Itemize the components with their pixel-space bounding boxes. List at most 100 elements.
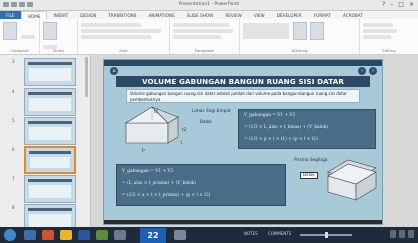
slide-footer-band xyxy=(104,220,382,224)
group-label: Clipboard xyxy=(10,48,29,53)
group-label: Slides xyxy=(52,48,65,53)
formula-box-2[interactable]: V_gabungan = V1 + V2 = (L_alas × t_prism… xyxy=(116,164,286,206)
replace-button[interactable] xyxy=(363,29,397,33)
tab-animations[interactable]: ANIMATIONS xyxy=(142,11,180,19)
ribbon: Clipboard Slides Font Paragraph Drawing … xyxy=(0,19,418,55)
group-slides: Slides xyxy=(40,19,78,54)
volume-icon[interactable] xyxy=(399,230,405,238)
formula-line: V_gabungan = V1 + V2 xyxy=(244,113,296,118)
group-font: Font xyxy=(78,19,170,54)
app-icon[interactable] xyxy=(174,230,186,240)
formula-line: = (1/3 × L_alas × t_limas) + (V_balok) xyxy=(244,125,328,130)
tab-acrobat[interactable]: ACROBAT xyxy=(337,11,369,19)
select-button[interactable] xyxy=(363,35,391,39)
tab-insert[interactable]: INSERT xyxy=(47,11,74,19)
zoom-slider-knob[interactable] xyxy=(325,232,328,238)
ribbon-tabs: FILE HOME INSERT DESIGN TRANSITIONS ANIM… xyxy=(0,11,418,19)
slide-canvas[interactable]: ⌂ ‹ › VOLUME GABUNGAN BANGUN RUANG SISI … xyxy=(103,59,383,225)
shape2-sub: Balok xyxy=(300,172,318,179)
group-label: Editing xyxy=(382,48,396,53)
t2-label: t2 xyxy=(182,128,187,133)
group-drawing: Drawing xyxy=(240,19,360,54)
tab-slide-show[interactable]: SLIDE SHOW xyxy=(181,11,220,19)
slide-thumbnail[interactable] xyxy=(24,175,76,203)
tab-file[interactable]: FILE xyxy=(0,11,21,19)
prism-cuboid-figure xyxy=(327,159,377,201)
quick-styles-button[interactable] xyxy=(310,22,325,40)
p-label: p xyxy=(142,148,145,153)
network-icon[interactable] xyxy=(390,230,396,238)
maximize-icon[interactable]: □ xyxy=(398,1,404,8)
taskbar: 22 NOTES COMMENTS xyxy=(0,227,418,243)
group-label: Paragraph xyxy=(194,48,215,53)
comments-button[interactable]: COMMENTS xyxy=(268,231,291,236)
shapes-gallery[interactable] xyxy=(243,23,289,39)
slide-thumbnail[interactable] xyxy=(24,88,76,116)
l-label: l xyxy=(181,141,183,146)
system-tray xyxy=(390,230,414,238)
slides-scrollbar[interactable] xyxy=(85,57,88,97)
taskbar-app-icon[interactable] xyxy=(24,230,36,240)
slide-header-band xyxy=(104,60,382,66)
align-buttons[interactable] xyxy=(173,29,233,33)
intro-text[interactable]: Volume gabungan bangun ruang sisi datar … xyxy=(126,89,360,103)
tab-home[interactable]: HOME xyxy=(20,11,48,19)
title-bar: Presentation1 - PowerPoint ? – □ × xyxy=(0,0,418,11)
formula-line: V_gabungan = V1 + V2 xyxy=(122,169,174,174)
tab-transitions[interactable]: TRANSITIONS xyxy=(102,11,142,19)
new-slide-button[interactable] xyxy=(43,22,57,40)
next-nav-icon[interactable]: › xyxy=(369,67,377,75)
group-editing: Editing xyxy=(360,19,418,54)
slide-number: 6 xyxy=(12,147,15,152)
window-controls: ? – □ × xyxy=(382,1,414,8)
group-label: Font xyxy=(119,48,128,53)
shape1-name: Limas Segi Empat xyxy=(192,109,231,114)
tab-design[interactable]: DESIGN xyxy=(74,11,102,19)
app-icon[interactable] xyxy=(114,230,126,240)
minimize-icon[interactable]: – xyxy=(390,1,393,8)
formula-line: = (1/2 × a × t × t_prisma) + (p × l × t2… xyxy=(122,193,211,198)
find-button[interactable] xyxy=(363,23,393,27)
slide-number: 7 xyxy=(12,176,15,181)
close-icon[interactable]: × xyxy=(409,1,414,8)
help-icon[interactable]: ? xyxy=(382,1,385,8)
cut-button[interactable] xyxy=(20,35,35,39)
shape2-name: Prisma Segitiga xyxy=(294,158,328,163)
slide-thumbnail[interactable] xyxy=(24,117,76,145)
tab-review[interactable]: REVIEW xyxy=(219,11,247,19)
slide-edit-area: ⌂ ‹ › VOLUME GABUNGAN BANGUN RUANG SISI … xyxy=(91,55,418,227)
tab-format[interactable]: FORMAT xyxy=(308,11,337,19)
powerpoint-icon[interactable] xyxy=(42,230,54,240)
list-buttons[interactable] xyxy=(173,23,229,27)
t1-label: t1 xyxy=(154,110,159,115)
shape1-sub: Balok xyxy=(200,120,212,125)
home-nav-icon[interactable]: ⌂ xyxy=(110,67,118,75)
group-clipboard: Clipboard xyxy=(0,19,40,54)
tab-developer[interactable]: DEVELOPER xyxy=(271,11,308,19)
font-format-buttons[interactable] xyxy=(81,29,161,33)
explorer-icon[interactable] xyxy=(60,230,72,240)
formula-box-1[interactable]: V_gabungan = V1 + V2 = (1/3 × L_alas × t… xyxy=(238,109,376,149)
clock-icon[interactable] xyxy=(408,230,414,238)
formula-line: = (L_alas × t_prisma) + (V_balok) xyxy=(122,181,197,186)
slide-number: 5 xyxy=(12,118,15,123)
slide-thumbnail-selected[interactable] xyxy=(24,146,76,174)
slide-title[interactable]: VOLUME GABUNGAN BANGUN RUANG SISI DATAR xyxy=(116,76,370,87)
app-icon[interactable] xyxy=(96,230,108,240)
slide-number-badge: 22 xyxy=(140,228,166,243)
tab-view[interactable]: VIEW xyxy=(248,11,271,19)
font-color-buttons[interactable] xyxy=(81,35,151,39)
font-name-dropdown[interactable] xyxy=(81,23,141,27)
paste-button[interactable] xyxy=(3,22,17,40)
start-icon[interactable] xyxy=(4,229,16,241)
slides-pane: 3 4 5 6 7 8 xyxy=(0,55,91,232)
slide-thumbnail[interactable] xyxy=(24,58,76,86)
group-label: Drawing xyxy=(291,48,308,53)
slide-number: 4 xyxy=(12,89,15,94)
slide-number: 3 xyxy=(12,59,15,64)
arrange-button[interactable] xyxy=(292,22,307,40)
text-direction-button[interactable] xyxy=(173,35,221,39)
notes-button[interactable]: NOTES xyxy=(244,231,258,236)
prev-nav-icon[interactable]: ‹ xyxy=(358,67,366,75)
word-icon[interactable] xyxy=(78,230,90,240)
